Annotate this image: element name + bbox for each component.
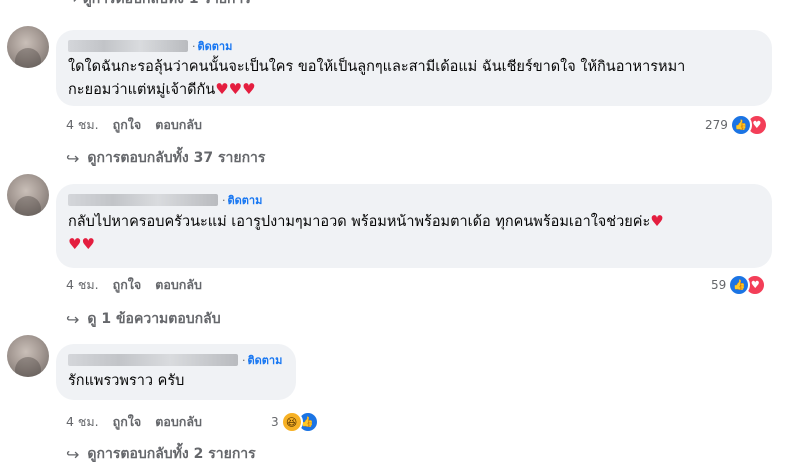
heart-emoji: ♥♥♥ [215, 80, 256, 98]
timestamp[interactable]: 4 ชม. [66, 115, 99, 135]
author-name-blurred[interactable] [68, 39, 188, 52]
replies-link-partial[interactable]: ↪ ดูการตอบกลับทั้ง 1 รายการ [66, 0, 251, 10]
follow-link[interactable]: · ติดตาม [222, 191, 262, 209]
reactions-summary[interactable]: 59 👍 ♥ [711, 274, 767, 296]
view-replies-link[interactable]: ↪ ดูการตอบกลับทั้ง 2 รายการ [66, 444, 256, 464]
timestamp[interactable]: 4 ชม. [66, 275, 99, 295]
author-name-blurred[interactable] [68, 193, 218, 206]
avatar[interactable] [7, 26, 49, 68]
comment-text: ใดใดฉันกะรอลุ้นว่าคนนั้นจะเป็นใคร ขอให้เ… [68, 59, 686, 98]
comment-bubble: · ติดตาม รักแพรวพราว ครับ [56, 344, 296, 400]
reply-button[interactable]: ตอบกลับ [155, 115, 202, 135]
avatar[interactable] [7, 174, 49, 216]
comment-actions: 4 ชม. ถูกใจ ตอบกลับ [66, 116, 216, 134]
view-replies-link[interactable]: ↪ ดูการตอบกลับทั้ง 37 รายการ [66, 148, 265, 168]
view-replies-link[interactable]: ↪ ดู 1 ข้อความตอบกลับ [66, 309, 221, 329]
follow-link[interactable]: · ติดตาม [192, 37, 232, 55]
comment-bubble: · ติดตาม กลับไปหาครอบครัวนะแม่ เอารูปงามๆ… [56, 184, 772, 268]
reply-button[interactable]: ตอบกลับ [155, 275, 202, 295]
follow-link[interactable]: · ติดตาม [242, 351, 282, 369]
comment-actions: 4 ชม. ถูกใจ ตอบกลับ [66, 276, 216, 294]
haha-reaction-icon: 😆 [280, 411, 303, 433]
reactions-summary[interactable]: 3 😆 👍 [271, 411, 319, 433]
reply-arrow-icon: ↪ [66, 444, 80, 464]
reply-arrow-icon: ↪ [66, 309, 80, 329]
like-button[interactable]: ถูกใจ [113, 412, 142, 432]
reaction-count: 59 [711, 278, 727, 292]
reply-button[interactable]: ตอบกลับ [155, 412, 202, 432]
like-button[interactable]: ถูกใจ [113, 275, 142, 295]
comment-bubble: · ติดตาม ใดใดฉันกะรอลุ้นว่าคนนั้นจะเป็นใค… [56, 30, 772, 106]
author-name-blurred[interactable] [68, 353, 238, 366]
comment-text: รักแพรวพราว ครับ [68, 373, 185, 389]
like-button[interactable]: ถูกใจ [113, 115, 142, 135]
reaction-count: 3 [271, 415, 279, 429]
avatar[interactable] [7, 335, 49, 377]
reply-arrow-icon: ↪ [66, 148, 80, 168]
heart-emoji: ♥♥ [68, 235, 95, 253]
heart-emoji: ♥ [650, 212, 664, 230]
like-reaction-icon: 👍 [729, 114, 752, 136]
comment-text: กลับไปหาครอบครัวนะแม่ เอารูปงามๆมาอวด พร… [68, 212, 664, 253]
reaction-count: 279 [705, 118, 728, 132]
reactions-summary[interactable]: 279 👍 ♥ [705, 114, 768, 136]
comment-actions: 4 ชม. ถูกใจ ตอบกลับ [66, 413, 216, 431]
timestamp[interactable]: 4 ชม. [66, 412, 99, 432]
